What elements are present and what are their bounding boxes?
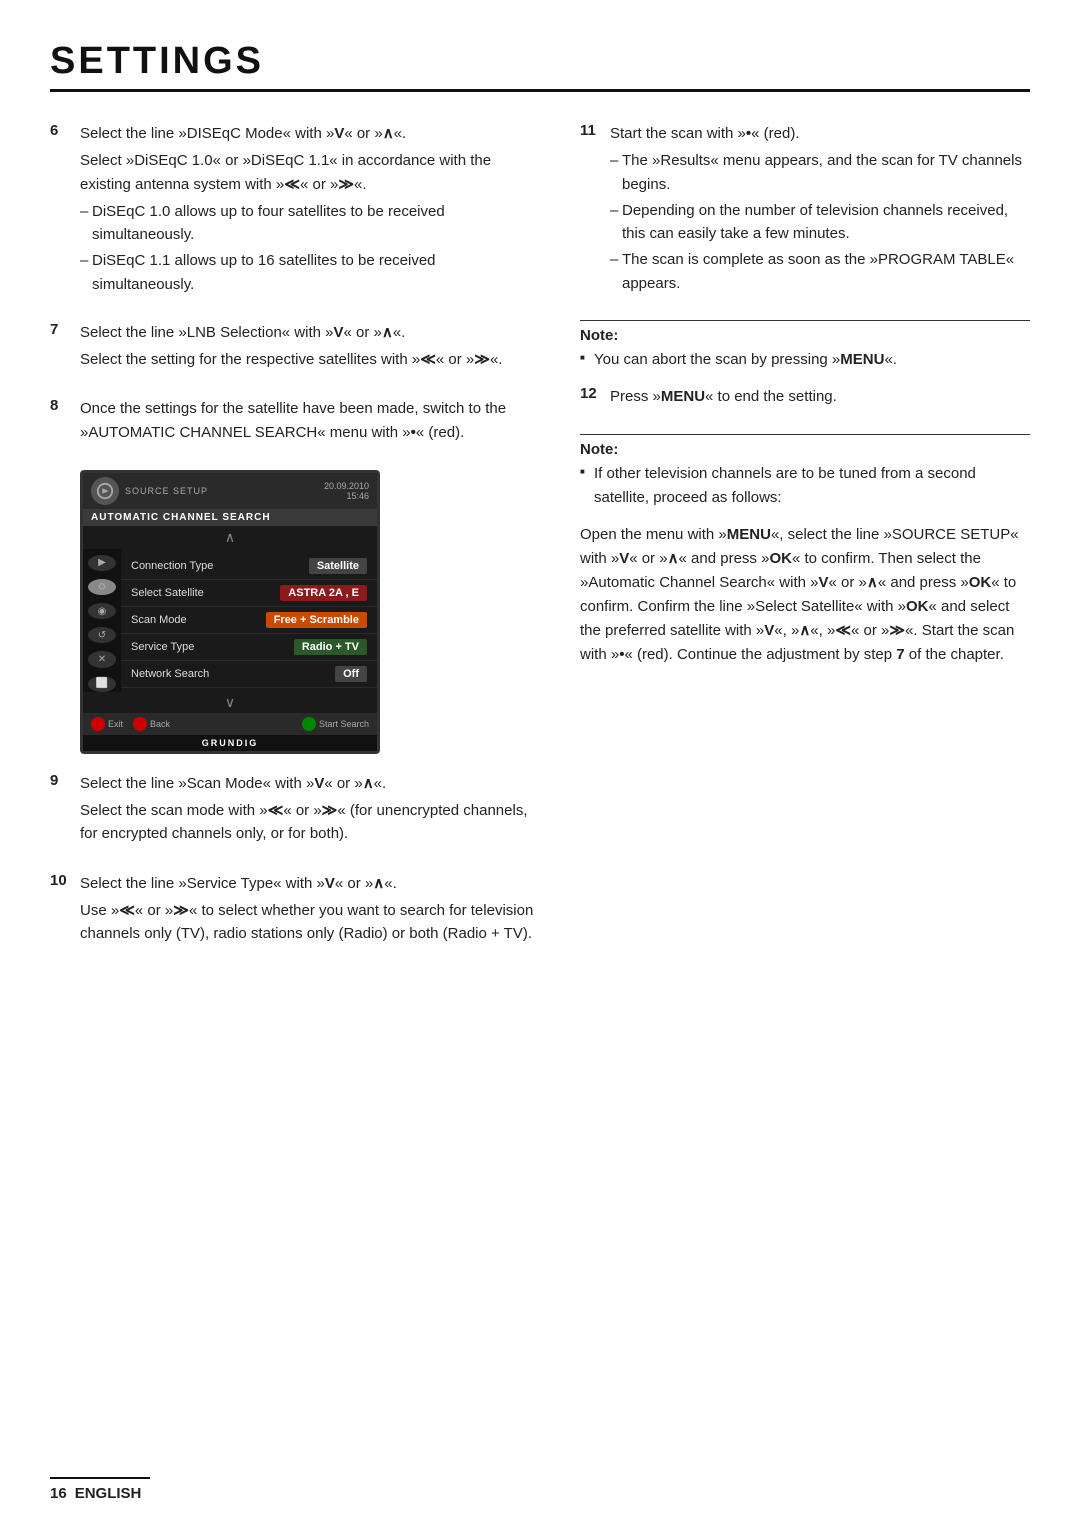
page: SETTINGS 6 Select the line »DISEqC Mode«… [0,0,1080,1532]
step-11-bullet-2: Depending on the number of television ch… [610,199,1030,246]
note-1-title: Note: [580,327,1030,344]
step-8: 8 Once the settings for the satellite ha… [50,397,540,448]
tv-search-label: Start Search [319,719,369,729]
step-9-text: Select the line »Scan Mode« with »V« or … [80,772,540,850]
step-6: 6 Select the line »DISEqC Mode« with »V«… [50,122,540,299]
tv-sidebar-settings: ⚙ [88,579,116,595]
tv-btn-back: Back [133,717,170,731]
tv-logo-area [91,477,119,505]
step-10: 10 Select the line »Service Type« with »… [50,872,540,950]
tv-row-service: Service Type Radio + TV [121,634,377,661]
tv-mockup: SOURCE SETUP 20.09.201015:46 AUTOMATIC C… [80,470,380,754]
note-2-content: If other television channels are to be t… [580,462,1030,509]
tv-menu: Connection Type Satellite Select Satelli… [121,549,377,692]
step-11-num: 11 [580,122,600,298]
tv-back-label: Back [150,719,170,729]
step-6-bullet-2: DiSEqC 1.1 allows up to 16 satellites to… [80,249,540,296]
tv-network-value: Off [335,666,367,682]
tv-satellite-value: ASTRA 2A , E [280,585,367,601]
left-column: 6 Select the line »DISEqC Mode« with »V«… [50,122,540,971]
note-1-content: You can abort the scan by pressing »MENU… [580,348,1030,371]
step-9: 9 Select the line »Scan Mode« with »V« o… [50,772,540,850]
step-11: 11 Start the scan with »•« (red). The »R… [580,122,1030,298]
footer-language: ENGLISH [75,1485,142,1502]
tv-title-bar: AUTOMATIC CHANNEL SEARCH [83,509,377,526]
step-11-bullet-1: The »Results« menu appears, and the scan… [610,149,1030,196]
tv-row-scan: Scan Mode Free + Scramble [121,607,377,634]
step-11-bullet-3: The scan is complete as soon as the »PRO… [610,248,1030,295]
footer-number: 16 [50,1485,67,1502]
tv-sidebar-rotate: ↺ [88,627,116,643]
tv-bottom-bar: Exit Back Start Search [83,713,377,735]
tv-source-label: SOURCE SETUP [125,486,324,496]
tv-connection-label: Connection Type [131,560,213,572]
tv-satellite-label: Select Satellite [131,587,204,599]
step-8-text: Once the settings for the satellite have… [80,397,540,448]
tv-btn-search: Start Search [302,717,369,731]
tv-arrow-down: ∨ [83,692,377,713]
step-6-num: 6 [50,122,70,299]
step-11-text: Start the scan with »•« (red). The »Resu… [610,122,1030,298]
tv-body: ▶ ⚙ ◉ ↺ ✕ ⬜ Connection Type Satellit [83,549,377,692]
tv-sidebar-box: ⬜ [88,676,116,692]
note-1: Note: You can abort the scan by pressing… [580,320,1030,371]
tv-row-network: Network Search Off [121,661,377,688]
step-7-text: Select the line »LNB Selection« with »V«… [80,321,502,376]
tv-connection-value: Satellite [309,558,367,574]
tv-sidebar-circle: ◉ [88,603,116,619]
tv-top-bar: SOURCE SETUP 20.09.201015:46 [83,473,377,509]
step-7-num: 7 [50,321,70,376]
tv-scan-value: Free + Scramble [266,612,367,628]
tv-exit-label: Exit [108,719,123,729]
tv-network-label: Network Search [131,668,209,680]
step-6-text: Select the line »DISEqC Mode« with »V« o… [80,122,540,299]
step-10-num: 10 [50,872,70,950]
tv-btn-exit: Exit [91,717,123,731]
right-column: 11 Start the scan with »•« (red). The »R… [580,122,1030,971]
tv-main: Connection Type Satellite Select Satelli… [121,549,377,692]
step-7: 7 Select the line »LNB Selection« with »… [50,321,540,376]
step-12-num: 12 [580,385,600,412]
note-2: Note: If other television channels are t… [580,434,1030,509]
tv-screen: SOURCE SETUP 20.09.201015:46 AUTOMATIC C… [80,470,380,754]
step-9-num: 9 [50,772,70,850]
tv-icon [91,477,119,505]
tv-back-btn-circle [133,717,147,731]
tv-date: 20.09.201015:46 [324,481,369,501]
tv-sidebar-play: ▶ [88,555,116,571]
tv-service-label: Service Type [131,641,194,653]
tv-arrow-up: ∧ [83,526,377,549]
extra-instructions: Open the menu with »MENU«, select the li… [580,523,1030,667]
note-2-title: Note: [580,441,1030,458]
step-8-num: 8 [50,397,70,448]
main-content: 6 Select the line »DISEqC Mode« with »V«… [50,122,1030,971]
step-12-text: Press »MENU« to end the setting. [610,385,837,412]
tv-exit-btn-circle [91,717,105,731]
tv-row-satellite: Select Satellite ASTRA 2A , E [121,580,377,607]
page-title: SETTINGS [50,40,1030,92]
step-6-bullet-1: DiSEqC 1.0 allows up to four satellites … [80,200,540,247]
tv-scan-label: Scan Mode [131,614,187,626]
step-10-text: Select the line »Service Type« with »V« … [80,872,540,950]
tv-service-value: Radio + TV [294,639,367,655]
step-12: 12 Press »MENU« to end the setting. [580,385,1030,412]
tv-row-connection: Connection Type Satellite [121,553,377,580]
tv-search-btn-circle [302,717,316,731]
tv-sidebar-close: ✕ [88,651,116,667]
tv-brand: GRUNDIG [83,735,377,751]
page-footer: 16 ENGLISH [50,1477,150,1502]
tv-sidebar: ▶ ⚙ ◉ ↺ ✕ ⬜ [83,549,121,692]
